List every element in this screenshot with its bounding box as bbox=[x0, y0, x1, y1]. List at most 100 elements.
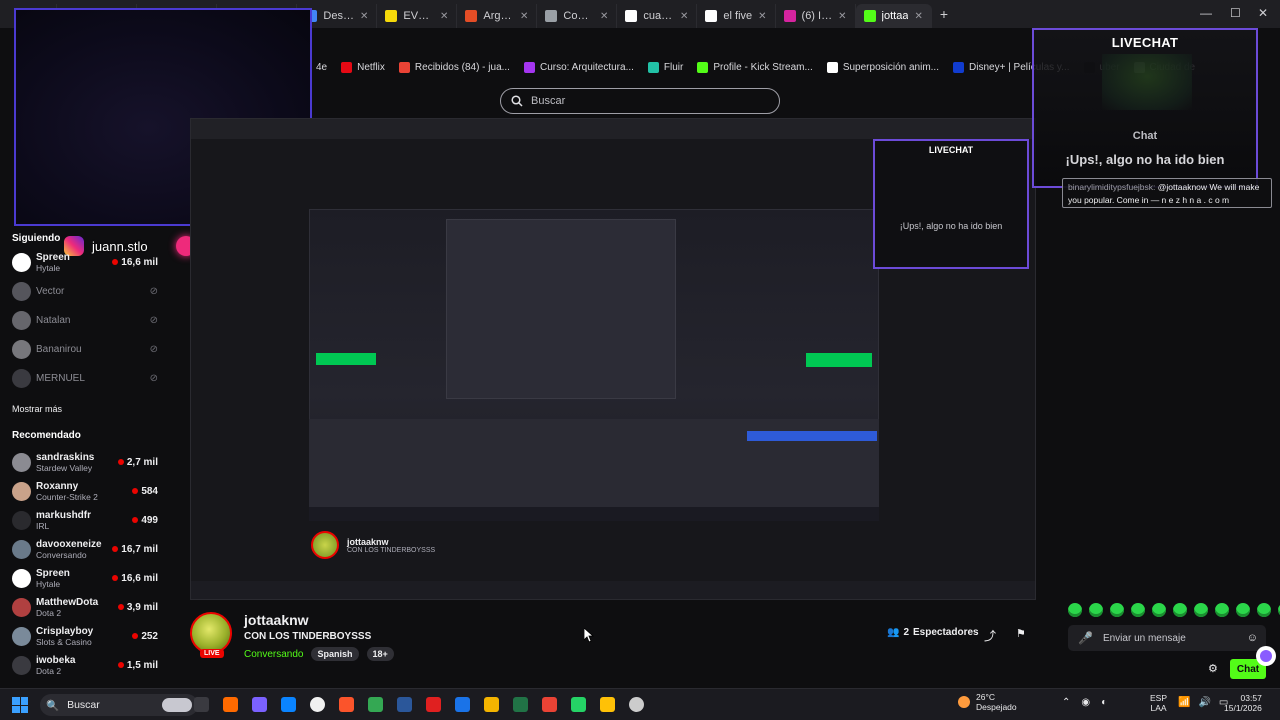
browser-tab[interactable]: cuanto ✕ bbox=[617, 4, 698, 28]
minimize-icon[interactable]: — bbox=[1200, 6, 1212, 20]
tag-mature[interactable]: 18+ bbox=[366, 647, 394, 661]
tab-close-icon[interactable]: ✕ bbox=[758, 11, 766, 22]
emote-icon[interactable] bbox=[1194, 603, 1208, 617]
bookmark-item[interactable]: Netflix bbox=[341, 61, 385, 73]
edge-icon[interactable] bbox=[281, 697, 296, 712]
channel-name[interactable]: jottaaknw bbox=[244, 612, 394, 628]
report-icon[interactable]: ⚑ bbox=[1016, 627, 1026, 640]
obs-icon[interactable] bbox=[629, 697, 644, 712]
teams-icon[interactable] bbox=[252, 697, 267, 712]
livechat-tree-image bbox=[1102, 54, 1192, 110]
channel-avatar bbox=[12, 510, 31, 530]
channel-avatar[interactable]: LIVE bbox=[190, 612, 232, 658]
whatsapp-icon[interactable] bbox=[571, 697, 586, 712]
microphone-icon[interactable]: 🎤 bbox=[1078, 631, 1093, 645]
acrobat-icon[interactable] bbox=[426, 697, 441, 712]
tag-language[interactable]: Spanish bbox=[311, 647, 359, 661]
channel-name: Roxanny bbox=[36, 480, 79, 492]
brave-icon[interactable] bbox=[339, 697, 354, 712]
bookmark-item[interactable]: Recibidos (84) - jua... bbox=[398, 61, 510, 73]
emoji-icon[interactable]: ☺ bbox=[1247, 632, 1258, 644]
word-icon[interactable] bbox=[397, 697, 412, 712]
sidebar-channel[interactable]: MERNUEL ⊘ bbox=[12, 364, 182, 392]
taskbar-search-input[interactable]: 🔍 Buscar bbox=[40, 694, 198, 716]
sidebar-channel[interactable]: iwobeka Dota 2 1,5 mil bbox=[12, 651, 182, 679]
browser-tab[interactable]: (6) Inst ✕ bbox=[776, 4, 856, 28]
weather-desc: Despejado bbox=[976, 702, 1017, 712]
live-dot-icon bbox=[117, 662, 124, 668]
tab-close-icon[interactable]: ✕ bbox=[520, 11, 528, 22]
network-volume[interactable]: 📶 🔊 ▭ bbox=[1178, 697, 1228, 708]
sidebar-channel[interactable]: Vector ⊘ bbox=[12, 277, 182, 305]
channel-game: Stardew Valley bbox=[36, 462, 93, 473]
excel-icon[interactable] bbox=[513, 697, 528, 712]
share-icon[interactable]: ⤴ bbox=[984, 627, 996, 644]
files-icon[interactable] bbox=[484, 697, 499, 712]
sidebar-channel[interactable]: Natalan ⊘ bbox=[12, 306, 182, 334]
tab-close-icon[interactable]: ✕ bbox=[838, 11, 846, 22]
sidebar-channel[interactable]: Roxanny Counter-Strike 2 584 bbox=[12, 477, 182, 505]
nested-channel-info: jottaaknw CON LOS TINDERBOYSSS bbox=[311, 531, 435, 559]
tab-close-icon[interactable]: ✕ bbox=[440, 11, 448, 22]
maximize-icon[interactable]: ☐ bbox=[1230, 6, 1241, 20]
emote-icon[interactable] bbox=[1131, 603, 1145, 617]
browser-tab[interactable]: el five ✕ bbox=[697, 4, 776, 28]
emote-icon[interactable] bbox=[1110, 603, 1124, 617]
emote-icon[interactable] bbox=[1236, 603, 1250, 617]
new-tab-button[interactable]: + bbox=[940, 6, 948, 22]
sidebar-channel[interactable]: Spreen Hytale 16,6 mil bbox=[12, 564, 182, 592]
tray-app-icon[interactable]: ◉ bbox=[1081, 697, 1090, 708]
chat-message-input[interactable]: 🎤 Enviar un mensaje ☺ bbox=[1068, 625, 1266, 651]
sidebar-channel[interactable]: Bananirou ⊘ bbox=[12, 335, 182, 363]
lang-region: LAA bbox=[1150, 703, 1167, 713]
browser-tab[interactable]: Config ✕ bbox=[537, 4, 618, 28]
task-view-icon[interactable] bbox=[194, 697, 209, 712]
app-icon[interactable] bbox=[455, 697, 470, 712]
tray-chevron-icon[interactable]: ⌃ bbox=[1062, 697, 1070, 708]
sidebar-channel[interactable]: davooxeneize Conversando 16,7 mil bbox=[12, 535, 182, 563]
browser-tab[interactable]: EVENT ✕ bbox=[377, 4, 458, 28]
emote-icon[interactable] bbox=[1257, 603, 1271, 617]
bookmark-item[interactable]: Fluir bbox=[647, 61, 683, 73]
emote-icon[interactable] bbox=[1173, 603, 1187, 617]
bookmark-item[interactable]: Superposición anim... bbox=[826, 61, 939, 73]
emote-icon[interactable] bbox=[1152, 603, 1166, 617]
chrome-profile-icon[interactable] bbox=[542, 697, 557, 712]
nested-start-stream bbox=[747, 431, 877, 441]
sidebar-channel[interactable]: MatthewDota Dota 2 3,9 mil bbox=[12, 593, 182, 621]
chrome-icon[interactable] bbox=[368, 697, 383, 712]
channel-name: Natalan bbox=[36, 314, 71, 326]
browser-tab[interactable]: Argent ✕ bbox=[457, 4, 538, 28]
bookmark-item[interactable]: Curso: Arquitectura... bbox=[523, 61, 634, 73]
offline-icon: ⊘ bbox=[149, 343, 158, 355]
sidebar-channel[interactable]: sandraskins Stardew Valley 2,7 mil bbox=[12, 448, 182, 476]
tab-close-icon[interactable]: ✕ bbox=[360, 11, 368, 22]
bookmark-item[interactable]: Profile - Kick Stream... bbox=[697, 61, 813, 73]
close-window-icon[interactable]: ✕ bbox=[1258, 6, 1268, 20]
chat-bubble-icon[interactable] bbox=[1256, 646, 1276, 666]
store-icon[interactable] bbox=[310, 697, 325, 712]
stream-video-player[interactable]: LIVECHAT ¡Ups!, algo no ha ido bien jott… bbox=[190, 118, 1036, 600]
tab-close-icon[interactable]: ✕ bbox=[600, 11, 608, 22]
emote-icon[interactable] bbox=[1089, 603, 1103, 617]
stream-category[interactable]: Conversando bbox=[244, 649, 303, 660]
weather-widget[interactable]: 26°C Despejado bbox=[958, 692, 1017, 712]
tab-close-icon[interactable]: ✕ bbox=[914, 11, 922, 22]
emote-icon[interactable] bbox=[1068, 603, 1082, 617]
copilot-icon[interactable] bbox=[223, 697, 238, 712]
taskbar-clock[interactable]: 03:57 15/1/2026 bbox=[1224, 693, 1262, 713]
sidebar-channel[interactable]: Spreen Hytale 16,6 mil bbox=[12, 248, 182, 276]
windows-start-icon[interactable] bbox=[12, 697, 28, 713]
sidebar-channel[interactable]: Crisplayboy Slots & Casino 252 bbox=[12, 622, 182, 650]
following-header: Siguiendo bbox=[12, 233, 61, 244]
language-indicator[interactable]: ESP LAA bbox=[1150, 693, 1167, 713]
tab-close-icon[interactable]: ✕ bbox=[680, 11, 688, 22]
browser-tab[interactable]: jottaa ✕ bbox=[855, 4, 932, 28]
show-more-link[interactable]: Mostrar más bbox=[0, 404, 62, 414]
sidebar-channel[interactable]: markushdfr IRL 499 bbox=[12, 506, 182, 534]
tray-app2-icon[interactable]: ◐ bbox=[1101, 697, 1107, 708]
chrome-alt-icon[interactable] bbox=[600, 697, 615, 712]
search-input[interactable]: Buscar bbox=[500, 88, 780, 114]
chat-settings-icon[interactable]: ⚙ bbox=[1208, 662, 1218, 675]
emote-icon[interactable] bbox=[1215, 603, 1229, 617]
